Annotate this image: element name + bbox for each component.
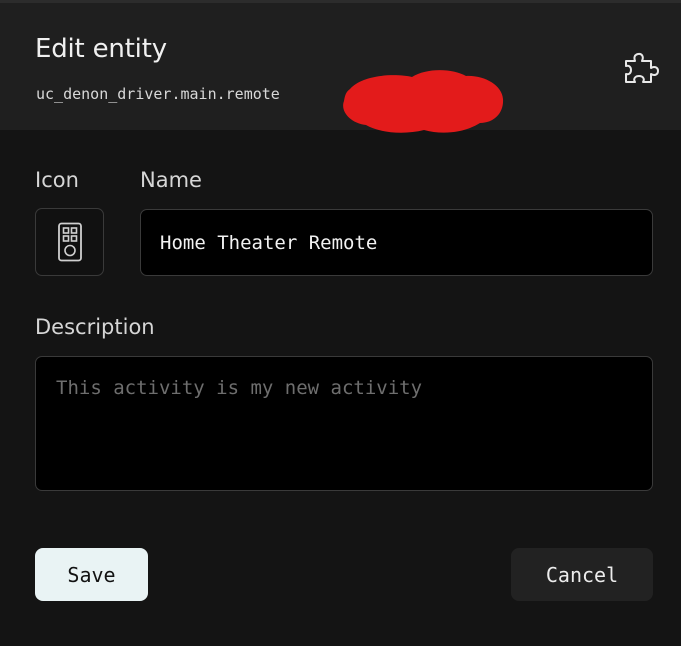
edit-entity-dialog: Edit entity uc_denon_driver.main.remote … <box>0 0 681 646</box>
description-input[interactable] <box>35 356 653 491</box>
remote-control-icon <box>57 222 82 262</box>
icon-label: Icon <box>35 168 79 192</box>
entity-id: uc_denon_driver.main.remote <box>36 85 280 103</box>
name-input[interactable] <box>140 209 653 276</box>
cancel-button[interactable]: Cancel <box>511 548 653 601</box>
name-label: Name <box>140 168 202 192</box>
description-label: Description <box>35 315 155 339</box>
puzzle-icon <box>625 52 659 83</box>
save-button[interactable]: Save <box>35 548 148 601</box>
dialog-title: Edit entity <box>35 34 167 64</box>
icon-picker-button[interactable] <box>35 208 104 276</box>
dialog-header: Edit entity uc_denon_driver.main.remote <box>0 0 681 133</box>
redaction-mark <box>343 70 504 133</box>
